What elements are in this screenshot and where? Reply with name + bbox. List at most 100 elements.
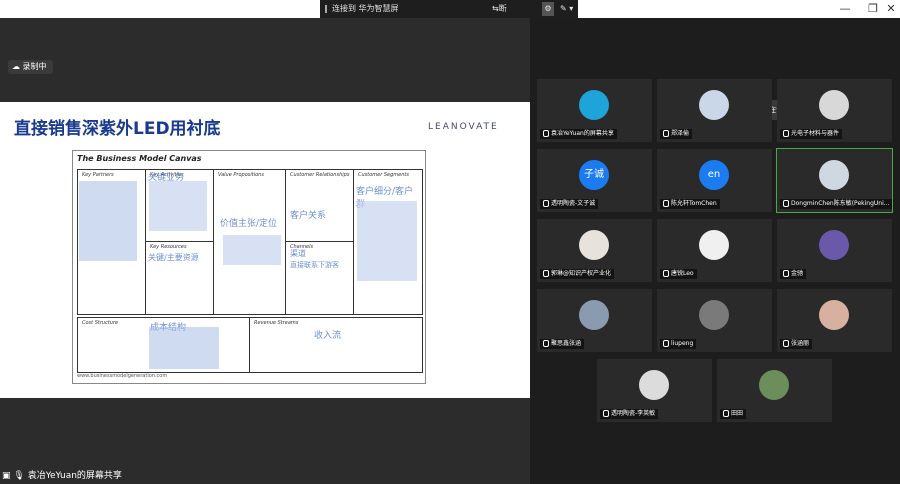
label-customer-segments: Customer Segments <box>358 172 409 178</box>
label-value-propositions: Value Propositions <box>218 172 264 178</box>
share-icon: ▣ <box>2 471 11 481</box>
participant-name: 唐锐Leo <box>660 269 697 279</box>
participant-tile[interactable]: 光电子材料与器件 <box>777 79 892 142</box>
participant-name-text: 透明陶瓷-文子诚 <box>551 200 596 207</box>
brand-logo: LEANOVATE <box>428 122 499 132</box>
hand-revenue: 收入流 <box>314 331 342 341</box>
participant-avatar <box>819 300 849 330</box>
participant-tile[interactable]: 唐锐Leo <box>657 219 772 282</box>
hand-key-resources: 关键/主要资源 <box>148 253 199 262</box>
slide-title: 直接销售深紫外LED用衬底 <box>14 119 221 139</box>
label-customer-relationships: Customer Relationships <box>290 172 350 178</box>
participant-avatar <box>579 300 609 330</box>
participant-name-text: 唐锐Leo <box>671 270 694 277</box>
label-cost-structure: Cost Structure <box>82 320 119 326</box>
cell-revenue-streams: Revenue Streams 收入流 <box>249 317 423 373</box>
pixelated-region <box>149 181 207 231</box>
canvas-title: The Business Model Canvas <box>77 154 202 163</box>
participant-tile[interactable]: 子诚透明陶瓷-文子诚 <box>537 149 652 212</box>
participant-avatar: 子诚 <box>579 160 609 190</box>
mic-icon <box>663 200 669 207</box>
pixelated-region <box>223 235 281 265</box>
label-revenue-streams: Revenue Streams <box>254 320 299 326</box>
mic-icon: 🎙 <box>13 471 25 481</box>
label-key-resources: Key Resources <box>150 244 187 250</box>
share-label-text: 袁冶YeYuan的屏幕共享 <box>27 471 122 481</box>
participant-name-text: 光电子材料与器件 <box>791 130 840 137</box>
participant-name: 郑泽偷 <box>660 129 693 139</box>
pixelated-region <box>149 327 219 369</box>
participant-avatar <box>699 230 729 260</box>
hand-channels: 渠道 <box>290 249 306 258</box>
hand-channels-sub: 直接联系下游客 <box>290 261 339 269</box>
participant-tile[interactable]: 张涵丽 <box>777 289 892 352</box>
mic-icon <box>783 200 789 207</box>
participant-name: 袁冶YeYuan的屏幕共享 <box>540 129 617 139</box>
recording-indicator: ☁ 录制中 <box>8 60 53 74</box>
close-button[interactable]: ✕ <box>880 0 900 18</box>
hand-value: 价值主张/定位 <box>220 219 278 229</box>
disconnect-button[interactable]: ⇆ 断开连接 <box>492 0 507 67</box>
participant-tile[interactable]: 郭琳@知识产权产业化 <box>537 219 652 282</box>
participant-name-text: 郭琳@知识产权产业化 <box>551 270 612 277</box>
shared-slide: 直接销售深紫外LED用衬底 LEANOVATE The Business Mod… <box>0 102 530 398</box>
participant-name: 光电子材料与器件 <box>780 129 843 139</box>
participant-name-text: 陈允轩TomChen <box>671 200 717 207</box>
participant-name-text: liupeng <box>671 340 694 347</box>
mic-icon <box>543 200 549 207</box>
cell-key-resources: Key Resources 关键/主要资源 <box>145 241 215 315</box>
mic-icon <box>543 130 549 137</box>
mic-icon <box>663 130 669 137</box>
mic-icon <box>783 340 789 347</box>
connection-bar: ‖ 连接到 华为智慧屏 ⇆ 断开连接 ⚙ ✎ ▾ <box>320 0 578 67</box>
mic-icon <box>723 410 729 417</box>
mic-icon <box>663 340 669 347</box>
settings-icon[interactable]: ⚙ <box>542 2 554 16</box>
connection-status: 连接到 华为智慧屏 <box>332 4 399 13</box>
participant-tile[interactable]: 郑泽偷 <box>657 79 772 142</box>
participant-name: 金驰 <box>780 269 807 279</box>
mic-icon <box>603 410 609 417</box>
participant-name-text: 聚思鑫张涵 <box>551 340 582 347</box>
pin-icon: ‖ <box>324 4 328 13</box>
mic-icon <box>783 130 789 137</box>
participant-tile[interactable]: 透明陶瓷-李英敏 <box>597 359 712 422</box>
mic-icon <box>543 340 549 347</box>
participant-name: 张涵丽 <box>780 339 813 349</box>
pixelated-region <box>79 181 137 261</box>
participant-name: 郭琳@知识产权产业化 <box>540 269 615 279</box>
pin-toggle-icon[interactable]: ✎ ▾ <box>560 0 573 18</box>
participant-name-text: 透明陶瓷-李英敏 <box>611 410 656 417</box>
cell-customer-relationships: Customer Relationships 客户关系 <box>285 169 355 243</box>
mic-icon <box>543 270 549 277</box>
participant-tile[interactable]: DongminChen陈东敏(PekingUni... <box>776 148 893 213</box>
participant-name: 田田 <box>720 409 747 419</box>
participant-tile[interactable]: liupeng <box>657 289 772 352</box>
recording-label: 录制中 <box>22 62 47 71</box>
participant-tile[interactable]: 袁冶YeYuan的屏幕共享 <box>537 79 652 142</box>
participant-name: DongminChen陈东敏(PekingUni... <box>780 199 893 209</box>
participant-tile[interactable]: 聚思鑫张涵 <box>537 289 652 352</box>
label-key-partners: Key Partners <box>82 172 114 178</box>
participant-name-text: 张涵丽 <box>791 340 810 347</box>
participant-name: 陈允轩TomChen <box>660 199 720 209</box>
canvas-footer: www.businessmodelgeneration.com <box>77 373 168 379</box>
hand-relationship: 客户关系 <box>290 211 327 221</box>
participant-avatar <box>579 230 609 260</box>
participant-name-text: 袁冶YeYuan的屏幕共享 <box>551 130 614 137</box>
business-model-canvas: The Business Model Canvas Key Partners K… <box>72 150 426 384</box>
participant-avatar <box>699 300 729 330</box>
participant-tile[interactable]: 金驰 <box>777 219 892 282</box>
participant-name: 透明陶瓷-文子诚 <box>540 199 599 209</box>
participant-tile[interactable]: en 陈允轩TomChen <box>657 149 772 212</box>
participant-avatar: en <box>699 160 729 190</box>
participant-avatar <box>819 230 849 260</box>
participant-name: liupeng <box>660 339 697 349</box>
participant-avatar <box>819 160 849 190</box>
minimize-button[interactable]: — <box>834 0 856 18</box>
participant-name-text: 金驰 <box>791 270 804 277</box>
participant-avatar <box>819 90 849 120</box>
participant-name: 透明陶瓷-李英敏 <box>600 409 659 419</box>
participant-avatar <box>699 90 729 120</box>
participant-tile[interactable]: 田田 <box>717 359 832 422</box>
